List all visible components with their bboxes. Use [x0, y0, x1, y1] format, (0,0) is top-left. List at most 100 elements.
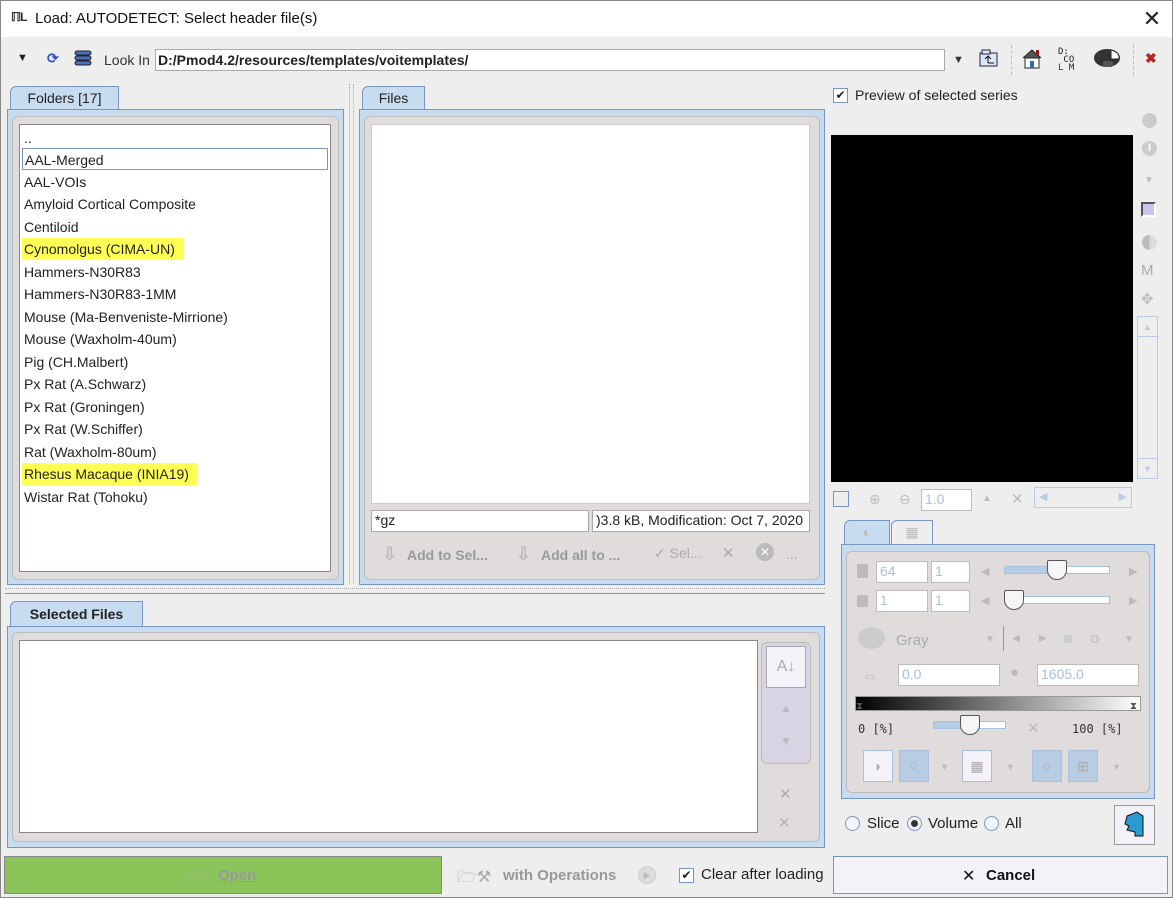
folder-list-item[interactable]: Mouse (Waxholm-40um): [22, 328, 177, 350]
slice-slider-thumb[interactable]: [1047, 560, 1067, 580]
zoom-in-icon[interactable]: ⊕: [869, 491, 881, 508]
scroll-left-icon[interactable]: ◀: [1039, 490, 1047, 503]
folder-list-item[interactable]: Hammers-N30R83-1MM: [22, 283, 176, 305]
slice-input[interactable]: 64: [876, 561, 928, 583]
frame-prev-icon[interactable]: ◀: [981, 594, 989, 607]
frame-step-input[interactable]: 1: [931, 590, 970, 612]
head-view-button[interactable]: [1114, 805, 1155, 845]
cancel-button[interactable]: ✕ Cancel: [833, 856, 1168, 894]
m-icon[interactable]: M: [1141, 262, 1154, 279]
preview-horizontal-scrollbar[interactable]: ◀ ▶: [1034, 487, 1132, 508]
gradient-min-handle[interactable]: ⧗: [856, 701, 863, 712]
remove-red-icon[interactable]: ✖: [1145, 50, 1157, 67]
add-to-selection-button[interactable]: ⇩ Add to Sel...: [382, 544, 488, 565]
folder-list-item[interactable]: Centiloid: [22, 216, 78, 238]
layout-button[interactable]: ⁘: [899, 750, 929, 782]
layout-dropdown-icon[interactable]: ▼: [940, 762, 949, 772]
folder-list-item[interactable]: AAL-Merged: [22, 148, 328, 170]
triangle-up-icon[interactable]: ▲: [982, 493, 992, 504]
remove-icon[interactable]: ✕: [779, 785, 792, 803]
contrast-icon[interactable]: [1142, 235, 1157, 250]
circle-button[interactable]: ○: [1032, 750, 1062, 782]
frame-input[interactable]: 1: [876, 590, 928, 612]
slice-step-input[interactable]: 1: [931, 561, 970, 583]
open-button[interactable]: 🗁 Open: [4, 856, 442, 894]
tab-selected-files[interactable]: Selected Files: [10, 601, 143, 627]
folder-list-item[interactable]: ..: [22, 127, 32, 146]
selected-files-list[interactable]: [19, 640, 758, 833]
preview-image[interactable]: [831, 135, 1133, 482]
remove-all-icon[interactable]: ⨯: [778, 813, 791, 831]
horizontal-splitter[interactable]: [5, 588, 825, 594]
percent-slider-thumb[interactable]: [959, 715, 980, 735]
select-button[interactable]: ✓ Sel...: [654, 545, 702, 562]
zoom-out-icon[interactable]: ⊖: [899, 491, 911, 508]
radio-slice[interactable]: [845, 816, 860, 831]
grid-button[interactable]: ▦: [962, 750, 992, 782]
folder-list-item[interactable]: Rhesus Macaque (INIA19): [22, 463, 197, 485]
home-icon[interactable]: [1021, 48, 1043, 73]
dicom-icon[interactable]: D: CO L M: [1058, 48, 1074, 73]
tab-folders[interactable]: Folders [17]: [10, 86, 119, 110]
folder-list-item[interactable]: Rat (Waxholm-80um): [22, 441, 157, 463]
folder-list-item[interactable]: Amyloid Cortical Composite: [22, 193, 196, 215]
folder-list-item[interactable]: Px Rat (Groningen): [22, 396, 145, 418]
minus-circle-icon[interactable]: [1142, 113, 1157, 128]
add-all-button[interactable]: ⇩ Add all to ...: [516, 544, 620, 565]
cancel-circle-icon[interactable]: ✕: [756, 543, 774, 561]
colormap-menu-icon[interactable]: ▼: [1124, 634, 1134, 645]
reset-icon[interactable]: ✕: [1011, 490, 1024, 508]
folder-list-item[interactable]: Px Rat (W.Schiffer): [22, 418, 143, 440]
preview-checkbox[interactable]: ✔: [833, 88, 848, 103]
file-list[interactable]: [371, 124, 810, 504]
colormap-prev-icon[interactable]: ◀: [1012, 633, 1020, 644]
folder-list-item[interactable]: Px Rat (A.Schwarz): [22, 373, 146, 395]
min-value-input[interactable]: 0.0: [898, 664, 1000, 686]
fusion-button[interactable]: ⊞: [1068, 750, 1098, 782]
slice-next-icon[interactable]: ▶: [1129, 565, 1137, 578]
crosshair-icon[interactable]: ✥: [1141, 290, 1154, 308]
brain-icon[interactable]: [1093, 47, 1123, 72]
close-icon[interactable]: ✕: [1140, 6, 1164, 32]
tab-contrast[interactable]: ◐: [844, 520, 890, 545]
folder-up-icon[interactable]: [979, 48, 999, 71]
folder-list-item[interactable]: Cynomolgus (CIMA-UN): [22, 238, 183, 260]
sort-az-icon[interactable]: A↓: [766, 646, 806, 688]
folder-list-item[interactable]: Wistar Rat (Tohoku): [22, 486, 148, 508]
palette-icon[interactable]: [858, 627, 885, 649]
grid-dropdown-icon[interactable]: ▼: [1006, 762, 1015, 772]
frame-next-icon[interactable]: ▶: [1129, 594, 1137, 607]
folder-list-item[interactable]: AAL-VOIs: [22, 171, 86, 193]
more-button[interactable]: ...: [786, 546, 798, 562]
radio-all[interactable]: [984, 816, 999, 831]
folder-list-item[interactable]: Pig (CH.Malbert): [22, 351, 128, 373]
folder-list-item[interactable]: Mouse (Ma-Benveniste-Mirrione): [22, 306, 228, 328]
colormap-invert-icon[interactable]: [1061, 632, 1075, 646]
dropdown-icon[interactable]: ▼: [1144, 175, 1154, 186]
radio-volume[interactable]: [907, 816, 922, 831]
colormap-dropdown-icon[interactable]: ▼: [985, 634, 995, 645]
colormap-gradient-bar[interactable]: [855, 696, 1141, 711]
tab-layout[interactable]: ▦: [891, 520, 933, 545]
path-input[interactable]: D:/Pmod4.2/resources/templates/voitempla…: [155, 49, 945, 71]
info-icon[interactable]: I: [1142, 141, 1157, 156]
move-down-icon[interactable]: ▼: [780, 734, 792, 748]
max-value-input[interactable]: 1605.0: [1037, 664, 1139, 686]
fusion-dropdown-icon[interactable]: ▼: [1112, 762, 1121, 772]
colormap-next-icon[interactable]: ▶: [1039, 633, 1047, 644]
color-swatch-icon[interactable]: [1141, 202, 1156, 217]
clear-icon[interactable]: ✕: [722, 544, 735, 562]
scroll-down-icon[interactable]: ▼: [1138, 458, 1157, 478]
refresh-icon[interactable]: ⟳: [47, 50, 59, 67]
scroll-up-icon[interactable]: ▲: [1138, 317, 1157, 337]
auto-range-icon[interactable]: ●: [1010, 664, 1019, 681]
tab-files[interactable]: Files: [362, 86, 425, 110]
play-icon[interactable]: ▶: [638, 866, 656, 884]
slice-prev-icon[interactable]: ◀: [981, 565, 989, 578]
vertical-splitter[interactable]: [349, 84, 354, 584]
reset-percent-icon[interactable]: ✕: [1027, 719, 1040, 737]
menu-dropdown-icon[interactable]: ▼: [17, 52, 28, 64]
display-mode-button[interactable]: ◗: [863, 750, 893, 782]
preview-vertical-scrollbar[interactable]: ▲ ▼: [1137, 316, 1158, 479]
file-filter-input[interactable]: *gz: [371, 510, 589, 532]
